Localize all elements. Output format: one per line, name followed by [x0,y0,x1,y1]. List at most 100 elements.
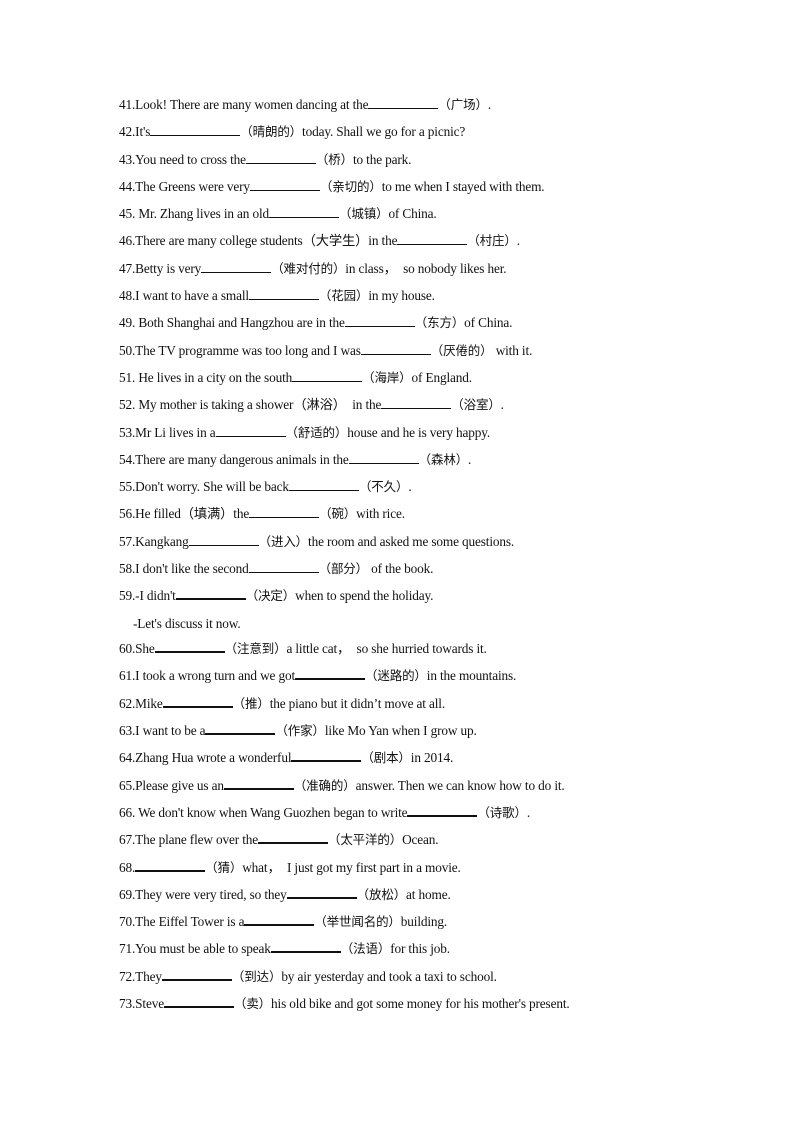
question-text-before: I want to have a small [135,288,249,304]
question-number: 65. [119,777,136,793]
question-text-after: . [526,804,531,820]
answer-blank[interactable] [215,424,286,437]
answer-blank[interactable] [161,967,232,981]
chinese-hint: （迷路的） [365,668,427,684]
answer-blank[interactable] [286,885,357,899]
chinese-hint: （举世闻名的） [314,914,401,930]
answer-blank[interactable] [269,205,340,219]
answer-blank[interactable] [248,560,319,574]
question-number: 52. [119,397,136,413]
question-text-after: in my house. [368,288,435,304]
answer-blank[interactable] [162,694,233,708]
exercise-item: 48.I want to have a small （花园）in my house… [119,286,679,313]
question-text-after: for this job. [390,941,450,957]
answer-blank[interactable] [154,639,225,654]
question-text-before: Mr Li lives in a [135,424,216,440]
answer-blank[interactable] [223,776,294,790]
question-text-before: It's [135,124,151,140]
answer-blank[interactable] [245,151,316,164]
question-text-before: There are many college students（大学生）in t… [135,233,398,249]
answer-blank[interactable] [163,994,234,1008]
answer-blank[interactable] [368,96,439,109]
exercise-item: 63.I want to be a （作家）like Mo Yan when I … [119,721,679,748]
question-text-after: to the park. [352,151,412,167]
question-number: 47. [119,260,136,276]
question-text-after: at home. [406,886,451,902]
exercise-item: 53.Mr Li lives in a （舒适的）house and he is … [119,423,679,450]
chinese-hint: （浴室） [451,397,501,413]
exercise-item: 59.-I didn't （决定）when to spend the holida… [119,586,679,613]
question-number: 51. [119,369,136,385]
answer-blank[interactable] [249,178,320,191]
question-text-before: Betty is very [135,260,202,276]
exercise-item: 43.You need to cross the （桥）to the park. [119,150,679,177]
question-number: 72. [119,968,136,984]
exercise-item: 72.They （到达）by air yesterday and took a t… [119,967,679,994]
answer-blank[interactable] [381,396,452,410]
chinese-hint: （村庄） [467,233,517,249]
exercise-item: 49. Both Shanghai and Hangzhou are in th… [119,313,679,340]
question-text-after: by air yesterday and took a taxi to scho… [281,968,497,984]
exercise-item: 70.The Eiffel Tower is a （举世闻名的）building. [119,912,679,939]
question-text-after: house and he is very happy. [347,424,491,440]
question-number: 68. [119,859,136,875]
question-number: 69. [119,886,136,902]
chinese-hint: （注意到） [224,641,287,657]
question-text-after: of China. [464,315,513,331]
answer-blank[interactable] [348,451,419,464]
question-text-after: in class， so nobody likes her. [345,260,507,276]
answer-blank[interactable] [135,858,206,872]
question-number: 71. [119,941,136,957]
exercise-item: 68. （猜）what， I just got my first part in … [119,858,679,885]
answer-blank[interactable] [291,748,362,763]
question-number: 73. [119,996,136,1011]
question-text-before: Don't worry. She will be back [135,479,289,495]
chinese-hint: （碗） [319,506,357,522]
answer-blank[interactable] [295,666,366,681]
question-text-before: My mother is taking a shower（淋浴） in the [135,397,382,413]
question-text-after: what， I just got my first part in a movi… [242,859,461,875]
exercise-item: 52. My mother is taking a shower（淋浴） in … [119,395,679,422]
answer-blank[interactable] [188,533,259,546]
question-number: 53. [119,424,136,440]
chinese-hint: （作家） [275,723,325,739]
answer-blank[interactable] [248,287,319,301]
exercise-item: 62.Mike （推）the piano but it didn’t move a… [119,694,679,721]
question-text-before: Mike [135,695,163,711]
answer-blank[interactable] [257,830,328,845]
answer-blank[interactable] [344,314,415,328]
chinese-hint: （剧本） [361,750,411,766]
answer-blank[interactable] [360,342,431,355]
chinese-hint: （厌倦的） [430,342,493,358]
exercise-item: 41.Look! There are many women dancing at… [119,95,679,122]
chinese-hint: （决定） [245,588,296,604]
answer-blank[interactable] [292,369,363,382]
question-text-after: of the book. [368,561,434,577]
question-text-before: He lives in a city on the south [135,369,293,385]
answer-blank[interactable] [201,260,272,273]
question-text-before: The Greens were very [135,178,250,194]
chinese-hint: （森林） [418,451,469,467]
exercise-item: 45. Mr. Zhang lives in an old （城镇）of Chin… [119,204,679,231]
question-number: 43. [119,151,136,167]
chinese-hint: （城镇） [339,206,389,222]
chinese-hint: （晴朗的） [240,124,303,140]
chinese-hint: （推） [232,695,270,711]
answer-blank[interactable] [407,803,478,817]
question-text-after: when to spend the holiday. [295,588,434,604]
question-text-before: Both Shanghai and Hangzhou are in the [135,315,345,331]
answer-blank[interactable] [270,939,341,954]
answer-blank[interactable] [150,123,241,137]
question-text-after: the room and asked me some questions. [308,533,515,549]
question-text-before: You need to cross the [135,151,246,167]
answer-blank[interactable] [288,478,359,492]
answer-blank[interactable] [397,232,468,246]
answer-blank[interactable] [249,505,320,519]
answer-blank[interactable] [175,586,246,601]
question-text-before: They were very tired, so they [135,886,287,902]
answer-blank[interactable] [205,721,276,736]
answer-blank[interactable] [244,912,315,927]
chinese-hint: （舒适的） [285,424,348,440]
question-text-after: . [487,97,491,112]
question-number: 60. [119,641,136,657]
